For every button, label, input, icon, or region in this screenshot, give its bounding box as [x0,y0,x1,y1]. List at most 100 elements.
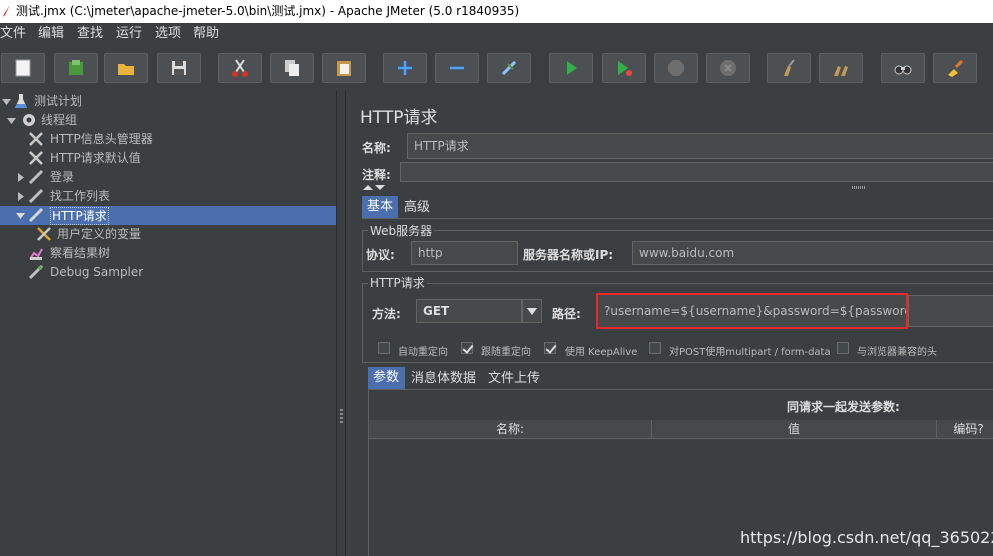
tab-advanced[interactable]: 高级 [399,197,437,219]
drag-handle[interactable] [852,186,866,189]
follow-redirect-label: 跟随重定向 [481,347,531,358]
copy-icon [285,60,299,76]
http-request-title: HTTP请求 [368,274,427,291]
panel-splitter[interactable] [336,91,346,556]
window-title: 测试.jmx (C:\jmeter\apache-jmeter-5.0\bin\… [16,4,520,18]
protocol-input[interactable]: http [411,241,518,265]
chevron-down-icon[interactable] [2,97,11,106]
open-button[interactable] [104,53,148,83]
search-button[interactable] [881,53,925,83]
tree-item-header-manager[interactable]: HTTP信息头管理器 [0,130,336,149]
params-caption: 同请求一起发送参数: [787,400,900,414]
templates-icon [69,60,83,75]
comment-label: 注释: [362,168,391,182]
copy-button[interactable] [270,53,314,83]
sampler-icon [28,169,44,185]
start-no-pause-button[interactable] [602,53,646,83]
column-header-name[interactable]: 名称: [369,420,652,438]
tree-item-label: 察看结果树 [50,246,111,260]
menu-file[interactable]: 文件 [0,23,26,45]
cut-button[interactable] [218,53,262,83]
page-title: HTTP请求 [360,108,438,128]
sampler-icon [28,264,44,280]
tree-item-test-plan[interactable]: 测试计划 [0,92,336,111]
menu-options[interactable]: 选项 [155,23,181,45]
chevron-down-icon[interactable] [7,116,16,125]
tab-body-data[interactable]: 消息体数据 [406,368,482,390]
tree-item-login[interactable]: 登录 [0,168,336,187]
tree-item-label: HTTP请求 [50,207,109,225]
tree-item-label: 测试计划 [34,94,83,108]
tree-item-label: HTTP信息头管理器 [50,132,153,146]
method-select[interactable]: GET [416,299,522,323]
test-plan-tree: 测试计划 线程组 HTTP信息头管理器 HTTP请求默认值 登录 找工作列表 H… [0,91,336,556]
new-button[interactable] [1,53,45,83]
menu-edit[interactable]: 编辑 [38,23,64,45]
expand-icon [398,61,412,75]
menu-run[interactable]: 运行 [116,23,142,45]
chevron-down-icon[interactable] [16,211,25,220]
browser-headers-checkbox[interactable] [837,342,849,354]
tree-item-results-tree[interactable]: 察看结果树 [0,244,336,263]
tree-item-request-defaults[interactable]: HTTP请求默认值 [0,149,336,168]
shutdown-button[interactable] [706,53,750,83]
menu-search[interactable]: 查找 [77,23,103,45]
column-header-encode[interactable]: 编码? [937,420,993,438]
stop-button[interactable] [654,53,698,83]
reset-search-icon [948,59,964,77]
toolbar [0,45,993,91]
clear-button[interactable] [767,53,811,83]
tree-item-label: HTTP请求默认值 [50,151,141,165]
tree-item-job-list[interactable]: 找工作列表 [0,187,336,206]
chevron-down-icon [527,308,537,315]
expand-all-button[interactable] [383,53,427,83]
method-dropdown-button[interactable] [522,299,542,323]
tree-item-debug-sampler[interactable]: Debug Sampler [0,263,336,282]
comment-input[interactable] [400,162,993,182]
start-icon [567,61,577,75]
auto-redirect-checkbox[interactable] [378,342,390,354]
search-icon [894,65,912,75]
web-server-title: Web服务器 [368,222,435,239]
watermark: https://blog.csdn.net/qq_36502272 [740,528,993,547]
collapse-icon [450,66,464,70]
server-input[interactable]: www.baidu.com [632,241,993,265]
name-label: 名称: [362,141,391,155]
column-header-value[interactable]: 值 [652,420,937,438]
gear-icon [23,114,35,126]
tree-item-user-vars[interactable]: 用户定义的变量 [0,225,336,244]
tree-item-label: 登录 [50,170,75,184]
collapse-arrows-icon[interactable] [362,183,386,191]
menu-help[interactable]: 帮助 [193,23,219,45]
paste-button[interactable] [322,53,366,83]
method-label: 方法: [372,307,401,321]
new-icon [15,59,31,77]
keepalive-checkbox[interactable] [544,342,556,354]
test-plan-icon [15,94,27,108]
config-icon [29,151,43,165]
tab-parameters[interactable]: 参数 [368,367,405,389]
path-label: 路径: [552,307,581,321]
multipart-checkbox[interactable] [649,342,661,354]
splitter-grip[interactable] [340,409,343,423]
collapse-all-button[interactable] [435,53,479,83]
auto-redirect-label: 自动重定向 [398,347,448,358]
paste-icon [337,61,351,76]
tree-item-thread-group[interactable]: 线程组 [0,111,336,130]
chevron-right-icon[interactable] [16,192,25,201]
templates-button[interactable] [54,53,98,83]
save-button[interactable] [157,53,201,83]
chevron-right-icon[interactable] [16,173,25,182]
path-input[interactable]: ?username=${username}&password=${passwor… [596,293,908,329]
reset-search-button[interactable] [933,53,977,83]
start-button[interactable] [549,53,593,83]
cut-icon [232,59,248,77]
clear-all-button[interactable] [819,53,863,83]
tree-item-http-request[interactable]: HTTP请求 [0,206,336,225]
follow-redirect-checkbox[interactable] [461,342,473,354]
tab-basic[interactable]: 基本 [362,196,398,218]
name-input[interactable]: HTTP请求 [407,133,993,159]
start-no-pause-icon [618,61,632,76]
tab-file-upload[interactable]: 文件上传 [483,368,547,390]
toggle-button[interactable] [487,53,531,83]
